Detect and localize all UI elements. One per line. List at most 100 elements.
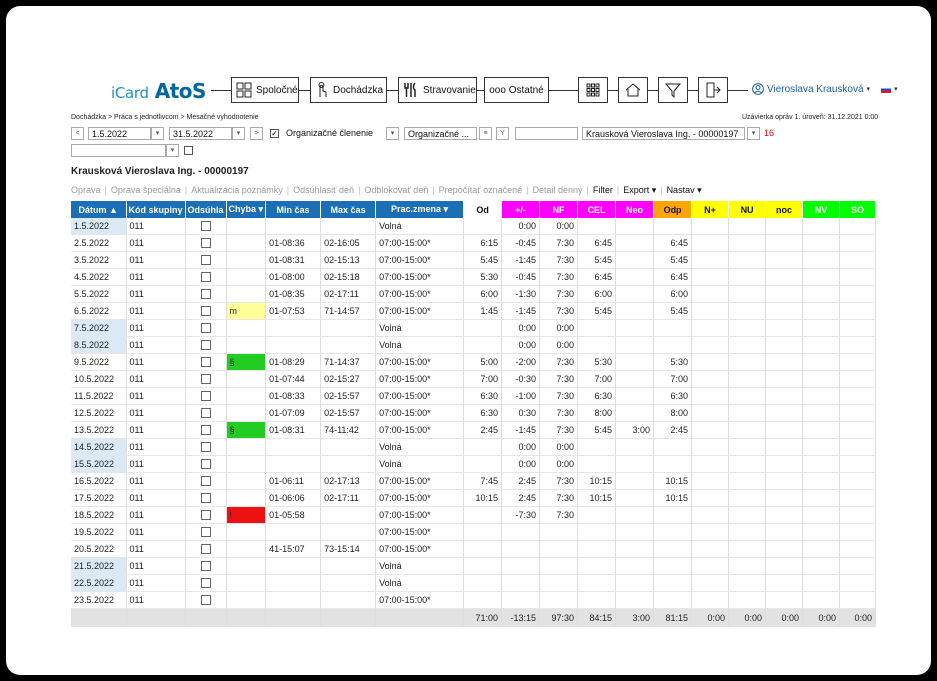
secondary-dropdown[interactable]: ▾ [166,144,179,157]
org-filter-button[interactable]: Y [496,127,509,140]
table-row[interactable]: 18.5.2022 011! 01-05:58 07:00-15:00* -7:30 7:… [71,506,877,524]
approval-checkbox[interactable] [200,561,211,572]
table-row[interactable]: 4.5.2022 011 01-08:00 02-15:18 07:00-15:00* 5… [71,268,877,286]
nav-spolocne-button[interactable]: Spoločné [231,77,299,103]
table-row[interactable]: 21.5.2022 011 Volná [71,557,877,575]
approval-checkbox[interactable] [200,527,211,538]
oprava-specialna-button[interactable]: Oprava špeciálna [111,185,181,196]
table-row[interactable]: 22.5.2022 011 Volná [71,574,877,592]
column-header[interactable]: Prac.zmena ▾ [375,201,465,218]
approval-checkbox[interactable] [200,408,211,419]
prepocitat-button[interactable]: Prepočítať označené [439,185,522,196]
detail-denny-button[interactable]: Detail denný [532,185,582,196]
approval-checkbox[interactable] [200,340,211,351]
apps-grid-button[interactable] [578,77,608,103]
org-dropdown-button[interactable]: ▾ [386,127,399,140]
prev-period-button[interactable]: < [71,127,84,140]
table-row[interactable]: 2.5.2022 011 01-08:36 02-16:05 07:00-15:00* 6… [71,234,877,252]
secondary-select[interactable] [71,144,166,157]
column-header[interactable]: Min čas [265,201,322,218]
approval-checkbox[interactable] [200,510,211,521]
column-header[interactable]: NU [728,201,767,218]
org-list-button[interactable]: ≡ [479,127,492,140]
column-header[interactable]: Odsúhla [185,201,227,218]
table-row[interactable]: 9.5.2022 011 § 01-08:29 71-14:37 07:00-15:00*… [71,353,877,371]
filter-button[interactable]: Filter [593,185,613,196]
employee-code-input[interactable] [515,127,578,140]
slovak-flag-icon[interactable] [881,85,892,93]
column-header[interactable]: Neo [615,201,655,218]
table-row[interactable]: 1.5.2022 011 Volná 0:00 0:00 [71,218,877,235]
column-header[interactable]: noc [765,201,804,218]
column-header[interactable]: Chyba ▾ [226,201,267,218]
home-button[interactable] [618,77,648,103]
approval-checkbox[interactable] [200,425,211,436]
date-from-input[interactable]: 1.5.2022 [88,127,151,140]
table-row[interactable]: 7.5.2022 011 Volná 0:00 0:00 [71,319,877,337]
column-header[interactable]: NF [539,201,579,218]
approval-checkbox[interactable] [200,255,211,266]
column-header[interactable]: +/- [501,201,541,218]
nav-stravovanie-button[interactable]: Stravovanie [398,77,477,103]
column-header[interactable]: Odp [653,201,693,218]
nastav-button[interactable]: Nastav ▾ [667,185,702,196]
approval-checkbox[interactable] [200,289,211,300]
approval-checkbox[interactable] [200,476,211,487]
approval-checkbox[interactable] [200,374,211,385]
table-row[interactable]: 13.5.2022 011 § 01-08:31 74-11:42 07:00-15:00… [71,421,877,439]
filter-nav-button[interactable] [658,77,688,103]
column-header[interactable]: N+ [691,201,730,218]
employee-select[interactable]: Krausková Vieroslava Ing. - 00000197 [582,127,745,140]
approval-checkbox[interactable] [200,221,211,232]
org-checkbox[interactable]: ✓ [270,129,279,138]
column-header[interactable]: CEL [577,201,617,218]
table-row[interactable]: 8.5.2022 011 Volná 0:00 0:00 [71,336,877,354]
approval-checkbox[interactable] [200,578,211,589]
approval-checkbox[interactable] [200,238,211,249]
column-header[interactable]: NV [802,201,841,218]
table-row[interactable]: 19.5.2022 011 07:00-15:00* [71,523,877,541]
table-row[interactable]: 20.5.2022 011 41-15:07 73-15:14 07:00-15:00* [71,540,877,558]
approval-checkbox[interactable] [200,544,211,555]
nav-dochadzka-button[interactable]: Dochádzka [310,77,387,103]
column-header[interactable]: Max čas [320,201,377,218]
table-row[interactable]: 15.5.2022 011 Volná 0:00 0:00 [71,455,877,473]
approval-checkbox[interactable] [200,493,211,504]
table-row[interactable]: 17.5.2022 011 01-06:06 02-17:11 07:00-15:00*… [71,489,877,507]
approval-checkbox[interactable] [200,272,211,283]
table-row[interactable]: 12.5.2022 011 01-07:09 02-15:57 07:00-15:00*… [71,404,877,422]
org-select[interactable]: Organizačné ... [404,127,477,140]
table-row[interactable]: 6.5.2022 011 m 01-07:53 71-14:57 07:00-15:00*… [71,302,877,320]
column-header[interactable]: SO [839,201,877,218]
table-row[interactable]: 10.5.2022 011 01-07:44 02-15:27 07:00-15:00*… [71,370,877,388]
export-button[interactable]: Export ▾ [623,185,656,196]
user-menu[interactable]: Vieroslava Krausková ▾ ▾ [752,83,898,95]
column-header[interactable]: Dátum ▲ [71,201,127,218]
table-row[interactable]: 14.5.2022 011 Volná 0:00 0:00 [71,438,877,456]
approval-checkbox[interactable] [200,442,211,453]
odsuhlasit-den-button[interactable]: Odsúhlasiť deň [293,185,354,196]
date-from-dropdown[interactable]: ▾ [151,127,164,140]
approval-checkbox[interactable] [200,595,211,606]
approval-checkbox[interactable] [200,357,211,368]
oprava-button[interactable]: Oprava [71,185,101,196]
date-to-input[interactable]: 31.5.2022 [169,127,232,140]
approval-checkbox[interactable] [200,323,211,334]
approval-checkbox[interactable] [200,459,211,470]
next-period-button[interactable]: > [250,127,263,140]
table-row[interactable]: 5.5.2022 011 01-08:35 02-17:11 07:00-15:00* 6… [71,285,877,303]
aktualizacia-poznamky-button[interactable]: Aktualizácia poznámky [191,185,283,196]
table-row[interactable]: 3.5.2022 011 01-08:31 02-15:13 07:00-15:00* 5… [71,251,877,269]
odblokovat-den-button[interactable]: Odblokovať deň [364,185,428,196]
approval-checkbox[interactable] [200,391,211,402]
column-header[interactable]: Kód skupiny [126,201,186,218]
nav-ostatne-button[interactable]: ooo Ostatné [484,77,549,103]
table-row[interactable]: 23.5.2022 011 07:00-15:00* [71,591,877,609]
column-header[interactable]: Od [463,201,503,218]
table-row[interactable]: 16.5.2022 011 01-06:11 02-17:13 07:00-15:00*… [71,472,877,490]
table-row[interactable]: 11.5.2022 011 01-08:33 02-15:57 07:00-15:00*… [71,387,877,405]
date-to-dropdown[interactable]: ▾ [232,127,245,140]
approval-checkbox[interactable] [200,306,211,317]
logout-button[interactable] [698,77,728,103]
secondary-checkbox[interactable] [184,146,193,155]
